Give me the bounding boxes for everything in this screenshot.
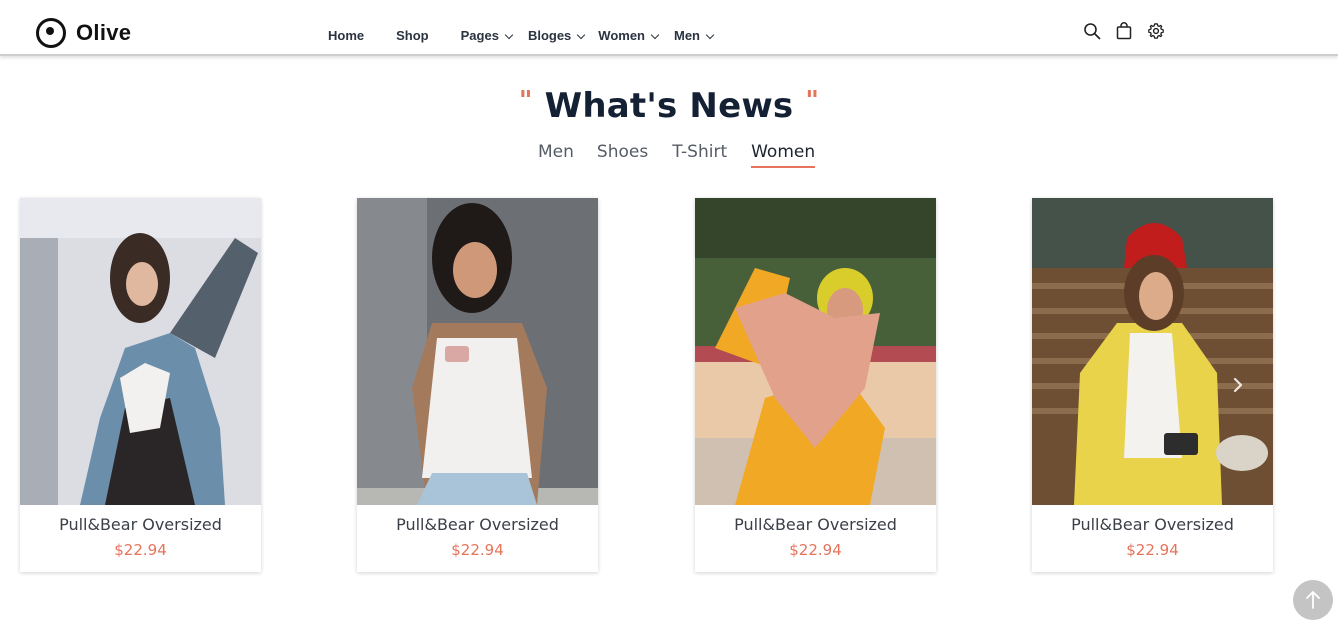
product-image[interactable]	[357, 198, 598, 505]
nav-item-bloges[interactable]: Bloges	[527, 28, 586, 43]
brand-logo[interactable]: Olive	[36, 18, 131, 48]
nav-item-label: Shop	[396, 28, 429, 43]
product-price: $22.94	[114, 541, 167, 559]
arrow-up-icon	[1306, 591, 1320, 609]
tab-men[interactable]: Men	[538, 142, 574, 168]
nav-item-pages[interactable]: Pages	[460, 28, 514, 43]
product-card[interactable]: Pull&Bear Oversized $22.94	[695, 198, 936, 572]
product-price: $22.94	[1126, 541, 1179, 559]
logo-icon	[36, 18, 66, 48]
title-close-quote: "	[805, 86, 820, 116]
product-card[interactable]: Pull&Bear Oversized $22.94	[20, 198, 261, 572]
nav-item-women[interactable]: Women	[598, 28, 660, 43]
site-header: Olive Home Shop Pages Bloges Women Men	[0, 0, 1338, 56]
chevron-down-icon	[504, 30, 514, 39]
product-name[interactable]: Pull&Bear Oversized	[357, 515, 598, 534]
nav-item-label: Bloges	[527, 28, 572, 43]
search-icon[interactable]	[1083, 22, 1101, 40]
product-image[interactable]	[695, 198, 936, 505]
back-to-top-button[interactable]	[1293, 580, 1333, 620]
product-name[interactable]: Pull&Bear Oversized	[1032, 515, 1273, 534]
product-image[interactable]	[1032, 198, 1273, 505]
product-name[interactable]: Pull&Bear Oversized	[20, 515, 261, 534]
category-tabs: Men Shoes T-Shirt Women	[538, 142, 816, 168]
chevron-down-icon	[705, 30, 715, 39]
nav-item-men[interactable]: Men	[674, 28, 715, 43]
nav-item-label: Women	[598, 28, 645, 43]
brand-name: Olive	[76, 20, 132, 45]
product-card[interactable]: Pull&Bear Oversized $22.94	[357, 198, 598, 572]
tab-shoes[interactable]: Shoes	[597, 142, 648, 168]
product-image[interactable]	[20, 198, 261, 505]
nav-item-label: Men	[674, 28, 700, 43]
tab-t-shirt[interactable]: T-Shirt	[672, 142, 727, 168]
chevron-down-icon	[577, 30, 586, 39]
chevron-down-icon	[650, 30, 660, 39]
header-actions	[1083, 22, 1165, 40]
main-nav: Home Shop Pages Bloges Women Men	[328, 28, 715, 43]
nav-item-shop[interactable]: Shop	[396, 28, 429, 43]
product-price: $22.94	[789, 541, 842, 559]
product-name[interactable]: Pull&Bear Oversized	[695, 515, 936, 534]
nav-item-home[interactable]: Home	[328, 28, 364, 43]
section-title: " What's News "	[0, 86, 1338, 126]
tab-women[interactable]: Women	[751, 142, 816, 168]
nav-item-label: Home	[328, 28, 365, 43]
section-title-text: What's News	[544, 86, 794, 126]
nav-item-label: Pages	[460, 28, 499, 43]
product-price: $22.94	[451, 541, 504, 559]
shopping-bag-icon[interactable]	[1115, 22, 1133, 40]
carousel-next-icon[interactable]	[1230, 377, 1246, 393]
settings-gear-icon[interactable]	[1147, 22, 1165, 40]
title-open-quote: "	[518, 86, 533, 116]
